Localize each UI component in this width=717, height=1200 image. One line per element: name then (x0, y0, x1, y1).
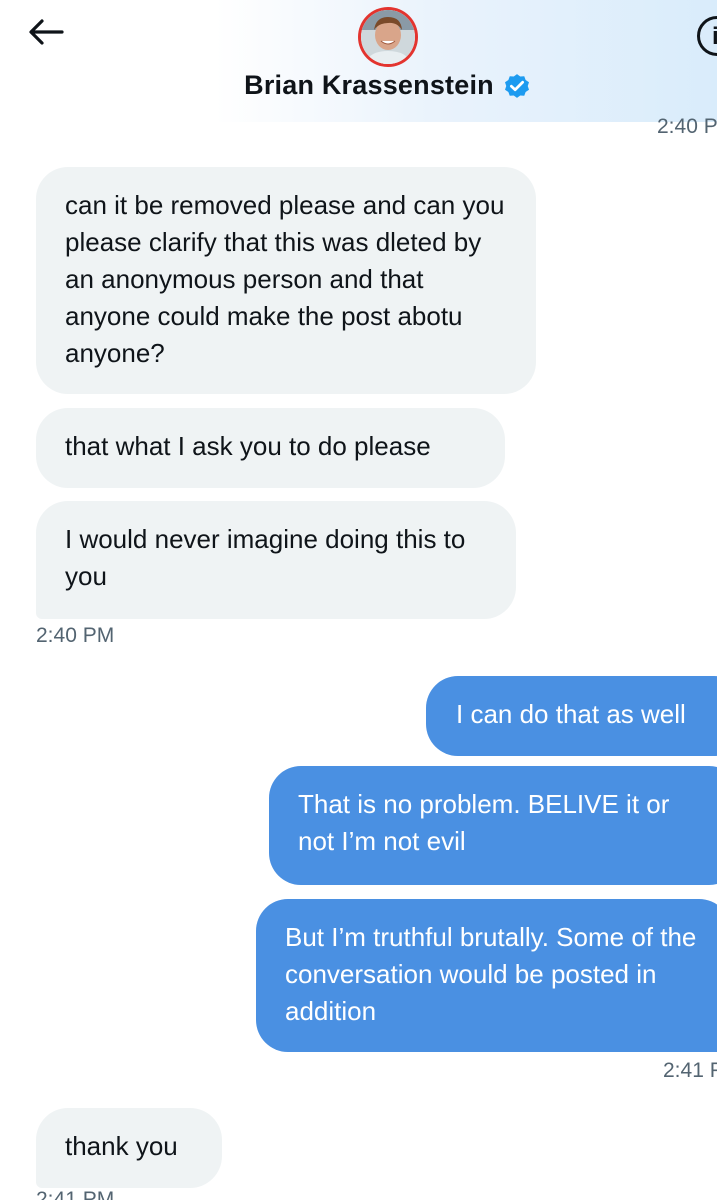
timestamp: 2:41 P (663, 1059, 717, 1082)
message-bubble-incoming[interactable]: I would never imagine doing this to you (36, 501, 516, 619)
timestamp: 2:41 PM (36, 1188, 115, 1200)
timestamp: 2:40 P (657, 115, 717, 138)
message-text: can it be removed please and can you ple… (65, 190, 505, 368)
message-bubble-incoming[interactable]: can it be removed please and can you ple… (36, 167, 536, 394)
contact-name[interactable]: Brian Krassenstein (244, 70, 494, 101)
message-text: I can do that as well (456, 699, 686, 729)
header-title-row: Brian Krassenstein (0, 70, 717, 101)
info-glyph: i (712, 23, 717, 50)
avatar[interactable] (358, 7, 418, 67)
verified-badge-icon (502, 71, 532, 101)
message-bubble-outgoing[interactable]: That is no problem. BELIVE it or not I’m… (269, 766, 717, 885)
message-bubble-incoming[interactable]: that what I ask you to do please (36, 408, 505, 488)
dm-conversation-screen: Brian Krassenstein i 2:40 P can it be re… (0, 0, 717, 1200)
message-text: I would never imagine doing this to you (65, 524, 466, 591)
avatar-photo (361, 10, 415, 64)
message-bubble-outgoing[interactable]: But I’m truthful brutally. Some of the c… (256, 899, 717, 1052)
conversation-header: Brian Krassenstein i (0, 0, 717, 122)
message-text: that what I ask you to do please (65, 431, 431, 461)
message-text: thank you (65, 1131, 178, 1161)
message-text: That is no problem. BELIVE it or not I’m… (298, 789, 670, 856)
back-button[interactable] (24, 12, 68, 52)
message-text: But I’m truthful brutally. Some of the c… (285, 922, 697, 1026)
info-icon[interactable]: i (697, 16, 717, 56)
message-bubble-incoming[interactable]: thank you (36, 1108, 222, 1188)
message-bubble-outgoing[interactable]: I can do that as well (426, 676, 717, 756)
timestamp: 2:40 PM (36, 624, 115, 647)
back-arrow-icon (29, 19, 64, 45)
